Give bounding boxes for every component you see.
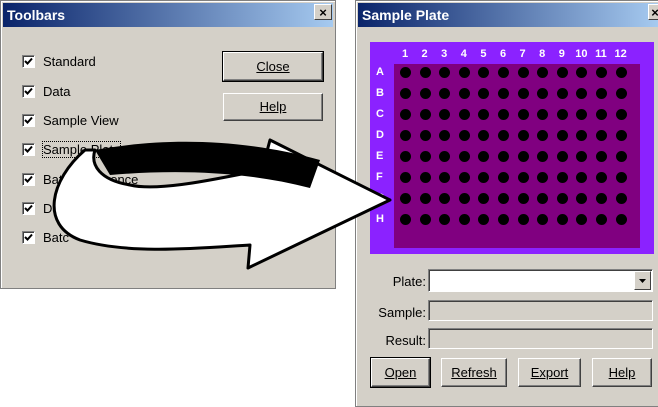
curved-arrow-icon bbox=[52, 138, 392, 270]
